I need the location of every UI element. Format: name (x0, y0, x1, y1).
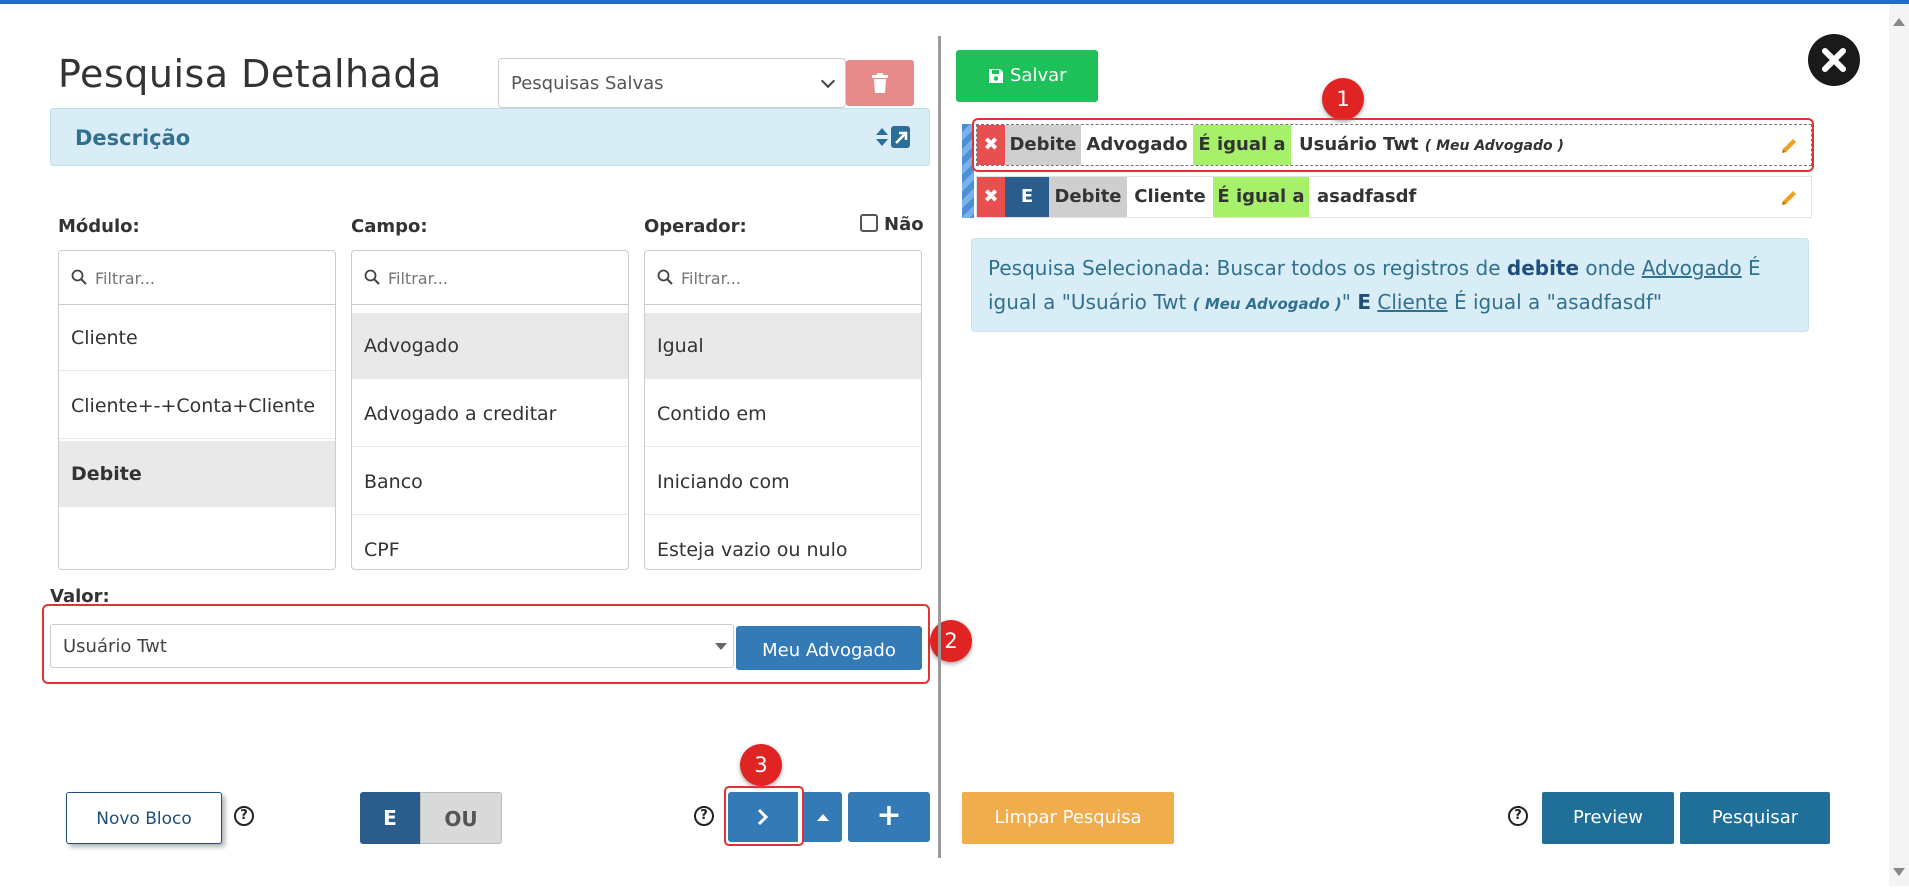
search-icon (71, 269, 87, 285)
modulo-filter (59, 251, 335, 305)
help-icon[interactable]: ? (694, 806, 714, 826)
campo-list[interactable]: Advogado Advogado a creditar Banco CPF (351, 250, 629, 570)
list-item[interactable]: Esteja vazio ou nulo (645, 517, 921, 569)
list-item-selected[interactable]: Igual (645, 313, 921, 379)
list-item[interactable]: CPF (352, 517, 628, 569)
summary-field-1[interactable]: Advogado (1642, 256, 1742, 280)
list-item[interactable]: Contido em (645, 381, 921, 447)
chevron-down-icon (820, 73, 836, 89)
description-label: Descrição (75, 126, 191, 150)
condition-value-note: ( Meu Advogado ) (1424, 138, 1564, 154)
condition-value: Usuário Twt ( Meu Advogado ) (1291, 125, 1591, 165)
condition-row[interactable]: ✖ Debite Advogado É igual a Usuário Twt … (976, 124, 1812, 166)
caret-up-icon (817, 814, 829, 821)
condition-operator: É igual a (1193, 125, 1291, 165)
close-icon (1822, 48, 1846, 72)
close-button[interactable] (1808, 34, 1860, 86)
ou-toggle-button[interactable]: OU (420, 792, 502, 844)
help-icon[interactable]: ? (234, 806, 254, 826)
resize-toggle-icon[interactable] (875, 125, 911, 153)
condition-module: Debite (1005, 125, 1081, 165)
search-icon (657, 269, 673, 285)
summary-field-2[interactable]: Cliente (1377, 290, 1447, 314)
campo-label: Campo: (351, 216, 428, 237)
list-item[interactable]: Advogado a creditar (352, 381, 628, 447)
nao-checkbox[interactable]: Não (860, 214, 924, 235)
nao-label: Não (884, 214, 924, 235)
modulo-filter-input[interactable] (95, 263, 315, 293)
condition-field: Advogado (1081, 125, 1193, 165)
meu-advogado-button[interactable]: Meu Advogado (736, 626, 922, 670)
description-panel[interactable]: Descrição (50, 108, 930, 166)
novo-bloco-button[interactable]: Novo Bloco (66, 792, 222, 844)
summary-module: debite (1506, 256, 1580, 280)
saved-searches-select[interactable]: Pesquisas Salvas (498, 58, 846, 108)
condition-field: Cliente (1127, 177, 1213, 217)
annotation-badge-2: 2 (930, 620, 972, 662)
pencil-icon[interactable] (1779, 188, 1799, 208)
list-item-selected[interactable]: Debite (59, 441, 335, 507)
scroll-down-icon[interactable] (1893, 868, 1905, 876)
saved-searches-value: Pesquisas Salvas (511, 73, 664, 94)
condition-module: Debite (1049, 177, 1127, 217)
operador-label: Operador: (644, 216, 747, 237)
remove-condition-icon[interactable]: ✖ (977, 125, 1005, 165)
summary-op-2: É igual a "asadfasdf" (1447, 290, 1663, 314)
clear-search-button[interactable]: Limpar Pesquisa (962, 792, 1174, 844)
modulo-label: Módulo: (58, 216, 140, 237)
selected-search-summary: Pesquisa Selecionada: Buscar todos os re… (971, 238, 1809, 332)
e-toggle-button[interactable]: E (360, 792, 420, 844)
summary-note-1: ( Meu Advogado ) (1192, 295, 1342, 313)
campo-filter (352, 251, 628, 305)
operador-filter-input[interactable] (681, 263, 901, 293)
operador-list[interactable]: Igual Contido em Iniciando com Esteja va… (644, 250, 922, 570)
list-item[interactable]: Banco (352, 449, 628, 515)
summary-connector: E (1357, 290, 1372, 314)
annotation-badge-3: 3 (740, 744, 782, 786)
vertical-scrollbar[interactable] (1889, 4, 1909, 886)
add-block-button[interactable]: + (848, 792, 930, 842)
annotation-badge-1: 1 (1322, 78, 1364, 120)
remove-condition-icon[interactable]: ✖ (977, 177, 1005, 217)
condition-options-button[interactable] (804, 792, 842, 842)
page-title: Pesquisa Detalhada (58, 52, 442, 96)
campo-filter-input[interactable] (388, 263, 608, 293)
preview-button[interactable]: Preview (1542, 792, 1674, 844)
search-icon (364, 269, 380, 285)
condition-operator: É igual a (1213, 177, 1309, 217)
condition-connector: E (1005, 177, 1049, 217)
scroll-up-icon[interactable] (1893, 18, 1905, 26)
modulo-list[interactable]: Cliente Cliente+-+Conta+Cliente Debite (58, 250, 336, 570)
summary-op-1-end: " (1341, 290, 1358, 314)
add-condition-button[interactable] (728, 792, 798, 842)
pencil-icon[interactable] (1779, 136, 1799, 156)
operador-filter (645, 251, 921, 305)
condition-row[interactable]: ✖ E Debite Cliente É igual a asadfasdf (976, 176, 1812, 218)
caret-down-icon (715, 643, 727, 650)
list-item[interactable]: Iniciando com (645, 449, 921, 515)
list-item[interactable]: Cliente (59, 305, 335, 371)
search-button[interactable]: Pesquisar (1680, 792, 1830, 844)
condition-value: asadfasdf (1309, 177, 1509, 217)
top-accent-bar (0, 0, 1909, 4)
summary-prefix: Pesquisa Selecionada: Buscar todos os re… (988, 256, 1507, 280)
save-label: Salvar (1010, 65, 1067, 86)
save-icon (989, 69, 1003, 83)
panel-divider (938, 36, 941, 858)
chevron-right-icon (757, 808, 769, 826)
valor-select[interactable]: Usuário Twt (50, 624, 734, 668)
checkbox-box[interactable] (860, 214, 878, 232)
save-button[interactable]: Salvar (956, 50, 1098, 102)
list-item[interactable]: Cliente+-+Conta+Cliente (59, 373, 335, 439)
help-icon[interactable]: ? (1508, 806, 1528, 826)
summary-onde: onde (1579, 256, 1642, 280)
condition-value-text: Usuário Twt (1299, 134, 1419, 155)
trash-icon (872, 73, 888, 93)
valor-value: Usuário Twt (63, 636, 167, 657)
list-item-selected[interactable]: Advogado (352, 313, 628, 379)
delete-saved-search-button[interactable] (846, 60, 914, 106)
